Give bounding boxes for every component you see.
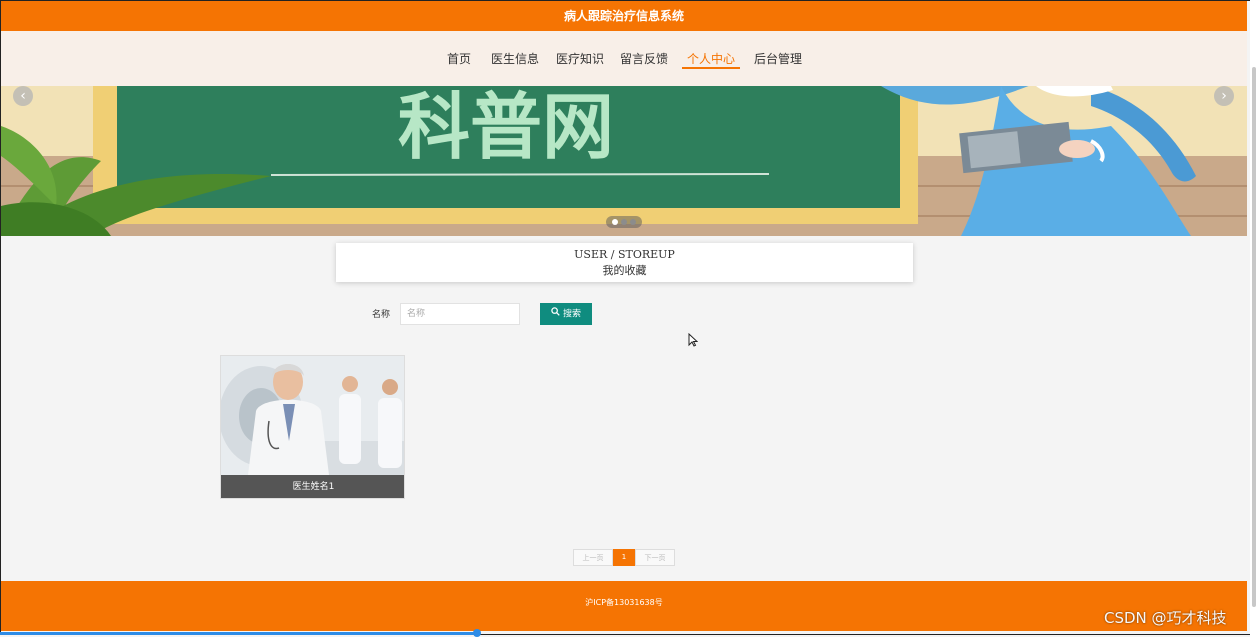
footer: 沪ICP备13031638号	[1, 581, 1247, 631]
banner-next-button[interactable]: ›	[1214, 86, 1234, 106]
nav-item-doctors[interactable]: 医生信息	[491, 51, 539, 67]
banner-prev-button[interactable]: ‹	[13, 86, 33, 106]
section-title-cn: 我的收藏	[602, 264, 647, 277]
nav-item-medical-knowledge[interactable]: 医疗知识	[556, 51, 604, 67]
video-progress-handle[interactable]	[473, 629, 481, 637]
mouse-cursor-icon	[688, 333, 698, 347]
pagination-prev-button[interactable]: 上一页	[573, 549, 613, 566]
banner-illustration: 科普网	[1, 86, 1247, 236]
section-heading: USER / STOREUP 我的收藏	[336, 243, 913, 282]
carousel-dot-3[interactable]	[630, 219, 636, 225]
watermark: CSDN @巧才科技	[1104, 609, 1227, 627]
search-label: 名称	[372, 310, 391, 320]
footer-icp: 沪ICP备13031638号	[585, 598, 663, 607]
main-nav: 首页 医生信息 医疗知识 留言反馈 个人中心 后台管理	[1, 31, 1247, 86]
pagination-current-page[interactable]: 1	[613, 549, 635, 566]
banner-carousel[interactable]: 科普网	[1, 86, 1247, 236]
section-title-en: USER / STOREUP	[574, 248, 675, 261]
favorite-card-title: 医生姓名1	[221, 475, 404, 498]
nav-active-indicator	[682, 67, 740, 69]
doctor-photo	[221, 356, 404, 475]
nav-item-feedback[interactable]: 留言反馈	[620, 51, 668, 67]
banner-headline: 科普网	[398, 86, 614, 169]
nav-item-personal-center[interactable]: 个人中心	[687, 51, 735, 67]
carousel-dot-2[interactable]	[621, 219, 627, 225]
carousel-indicators	[606, 216, 642, 228]
chevron-right-icon: ›	[1221, 88, 1227, 104]
search-icon	[551, 303, 560, 325]
scrollbar-thumb[interactable]	[1252, 67, 1256, 607]
search-button-label: 搜索	[562, 309, 581, 320]
search-input[interactable]	[400, 303, 520, 325]
nav-item-admin[interactable]: 后台管理	[754, 51, 802, 67]
pagination-next-button[interactable]: 下一页	[635, 549, 675, 566]
nav-item-home[interactable]: 首页	[447, 51, 471, 67]
carousel-dot-1[interactable]	[612, 219, 618, 225]
video-progress-bar[interactable]	[0, 632, 478, 635]
app-title: 病人跟踪治疗信息系统	[1, 1, 1247, 31]
favorite-card[interactable]: 医生姓名1	[220, 355, 405, 499]
chevron-left-icon: ‹	[20, 88, 26, 104]
search-button[interactable]: 搜索	[540, 303, 592, 325]
